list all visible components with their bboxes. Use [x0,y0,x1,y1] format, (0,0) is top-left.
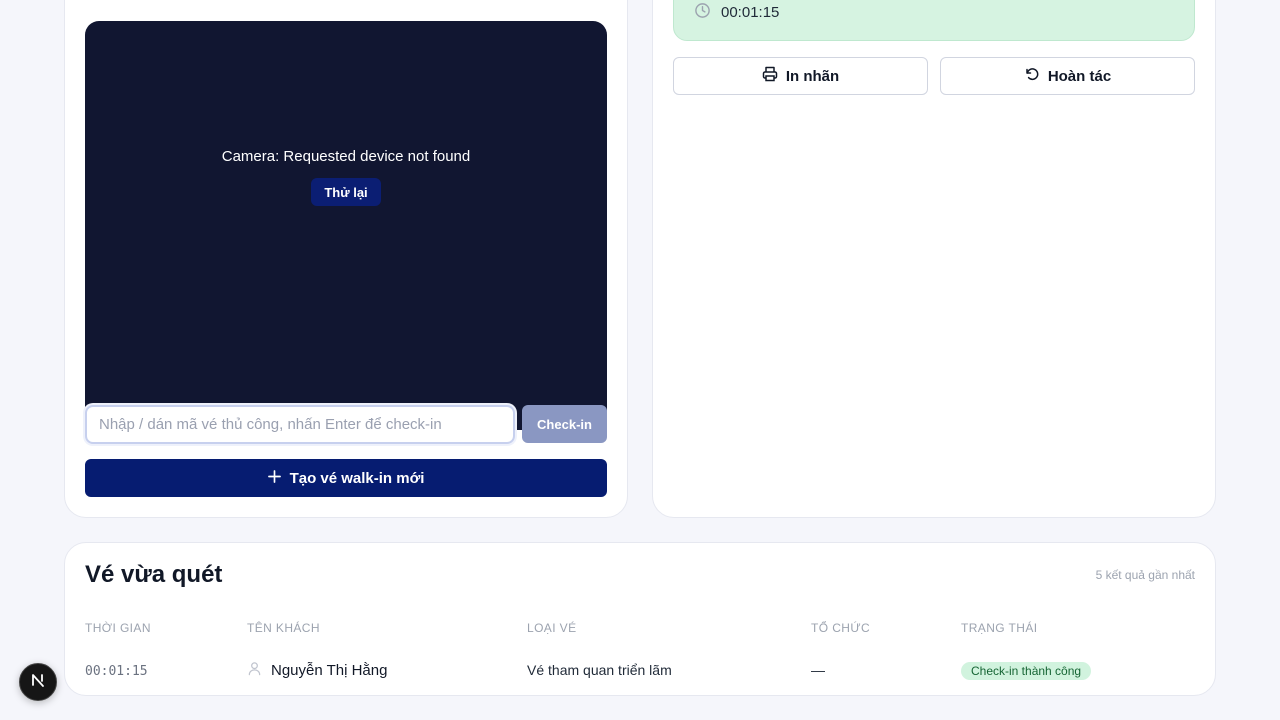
row-guest: Nguyễn Thị Hằng [247,661,387,680]
status-badge: Check-in thành công [961,662,1092,680]
column-header-status: TRẠNG THÁI [961,621,1038,635]
row-ticket-type: Vé tham quan triển lãm [527,662,672,678]
create-walkin-button[interactable]: Tạo vé walk-in mới [85,459,607,497]
printer-icon [762,66,778,86]
create-walkin-label: Tạo vé walk-in mới [289,469,425,487]
scanner-card: Camera: Requested device not found Thử l… [64,0,628,518]
print-label-button[interactable]: In nhãn [673,57,928,95]
user-icon [247,661,262,680]
section-subtitle: 5 kết quả gần nhất [1095,568,1195,582]
section-title: Vé vừa quét [85,561,223,588]
recent-scans-card: Vé vừa quét 5 kết quả gần nhất THỜI GIAN… [64,542,1216,696]
plus-icon [267,469,281,487]
row-organization: — [811,662,825,678]
column-header-ticket-type: LOẠI VÉ [527,621,577,635]
next-logo-icon [29,671,47,694]
next-logo-button[interactable] [19,663,57,701]
camera-view: Camera: Requested device not found Thử l… [85,21,607,430]
manual-code-input[interactable] [85,405,515,444]
retry-button[interactable]: Thử lại [311,178,381,206]
undo-label: Hoàn tác [1047,67,1112,85]
undo-icon [1024,66,1040,86]
result-card: 00:01:15 In nhãn Hoàn tác [652,0,1216,518]
row-time: 00:01:15 [85,664,148,679]
undo-button[interactable]: Hoàn tác [940,57,1195,95]
camera-error-message: Camera: Requested device not found [221,148,471,165]
column-header-time: THỜI GIAN [85,621,151,635]
column-header-organization: TỔ CHỨC [811,621,871,635]
column-header-guest: TÊN KHÁCH [247,621,320,635]
guest-name: Nguyễn Thị Hằng [271,662,388,679]
checkin-button[interactable]: Check-in [522,405,607,443]
result-time: 00:01:15 [721,4,780,21]
success-result-box: 00:01:15 [673,0,1195,41]
clock-icon [694,2,711,23]
result-time-row: 00:01:15 [694,2,779,23]
print-label-text: In nhãn [785,67,840,85]
